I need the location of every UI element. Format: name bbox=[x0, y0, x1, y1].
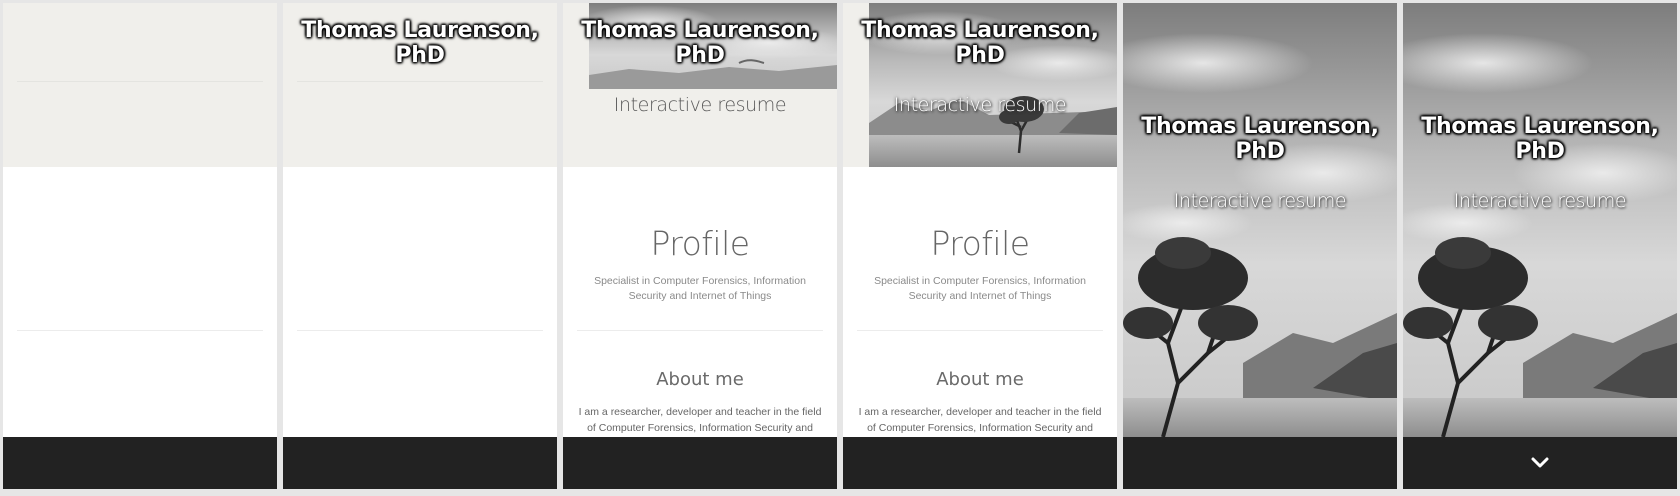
footer-bar bbox=[563, 437, 837, 489]
profile-title: Profile bbox=[650, 224, 750, 263]
hero-subtitle: Interactive resume bbox=[1453, 190, 1627, 212]
about-title: About me bbox=[936, 369, 1024, 390]
hero-name: Thomas Laurenson, PhD bbox=[1141, 114, 1379, 164]
header-divider bbox=[17, 81, 263, 82]
section-divider bbox=[857, 330, 1103, 331]
loading-frame-3: Thomas Laurenson, PhD Interactive resume… bbox=[563, 3, 837, 489]
loading-frame-2: Thomas Laurenson, PhD bbox=[283, 3, 557, 489]
hero-subtitle: Interactive resume bbox=[613, 94, 787, 116]
hero-name: Thomas Laurenson, PhD bbox=[1421, 114, 1659, 164]
loading-frame-4: Thomas Laurenson, PhD Interactive resume… bbox=[843, 3, 1117, 489]
footer-bar bbox=[843, 437, 1117, 489]
loading-frame-1 bbox=[3, 3, 277, 489]
loading-frame-5: Thomas Laurenson, PhD Interactive resume bbox=[1123, 3, 1397, 489]
footer-bar bbox=[283, 437, 557, 489]
hero-name: Thomas Laurenson, PhD bbox=[861, 18, 1099, 68]
final-frame: Thomas Laurenson, PhD Interactive resume bbox=[1403, 3, 1677, 489]
hero-background-image bbox=[1123, 3, 1397, 437]
footer-bar bbox=[1123, 437, 1397, 489]
profile-text: Specialist in Computer Forensics, Inform… bbox=[594, 275, 806, 302]
about-title: About me bbox=[656, 369, 744, 390]
hero-subtitle: Interactive resume bbox=[893, 94, 1067, 116]
hero-background-image bbox=[1403, 3, 1677, 437]
hero-subtitle: Interactive resume bbox=[1173, 190, 1347, 212]
profile-title: Profile bbox=[930, 224, 1030, 263]
section-divider bbox=[577, 330, 823, 331]
chevron-down-icon[interactable] bbox=[1530, 456, 1550, 470]
section-divider bbox=[17, 330, 263, 331]
hero-name: Thomas Laurenson, PhD bbox=[581, 18, 819, 68]
section-divider bbox=[297, 330, 543, 331]
footer-bar bbox=[3, 437, 277, 489]
header-divider bbox=[297, 81, 543, 82]
profile-text: Specialist in Computer Forensics, Inform… bbox=[874, 275, 1086, 302]
hero-name: Thomas Laurenson, PhD bbox=[301, 18, 539, 68]
header-area bbox=[3, 3, 277, 167]
